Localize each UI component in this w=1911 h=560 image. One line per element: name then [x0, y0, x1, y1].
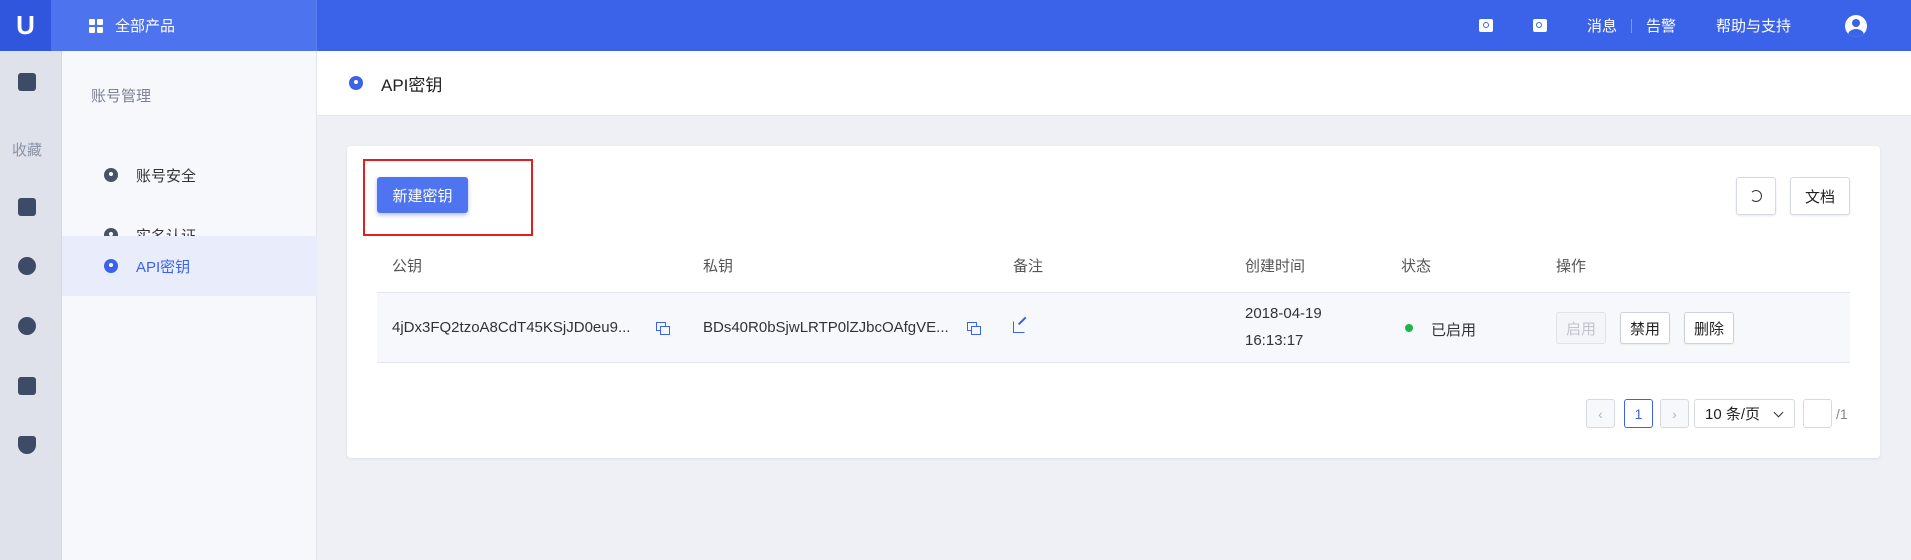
network-icon[interactable]: [18, 257, 36, 275]
all-products-label: 全部产品: [115, 18, 176, 35]
alerts-link[interactable]: 告警: [1646, 15, 1676, 36]
page-size-label: 10 条/页: [1705, 406, 1761, 423]
top-bar: U 全部产品 消息 告警 帮助与支持: [0, 0, 1911, 51]
status-dot: [1405, 324, 1413, 332]
messages-link[interactable]: 消息: [1587, 15, 1617, 36]
grid-icon: [89, 18, 103, 33]
icon-rail: 收藏: [0, 51, 62, 560]
column-header-actions: 操作: [1556, 258, 1587, 275]
api-key-card: 新建密钥 文档 公钥 私钥 备注 创建时间 状态 操作 4jDx3FQ2tzoA…: [347, 146, 1880, 458]
location-pin-icon: [104, 259, 118, 273]
private-key-value: BDs40R0bSjwLRTP0lZJbcOAfgVE...: [703, 319, 949, 336]
column-header-private-key: 私钥: [703, 258, 734, 275]
document-icon[interactable]: [18, 377, 36, 395]
disable-button[interactable]: 禁用: [1620, 312, 1670, 344]
sidebar-item-label: API密钥: [136, 258, 191, 276]
column-header-status: 状态: [1401, 258, 1432, 275]
chevron-down-icon: [1773, 407, 1784, 418]
page-title: API密钥: [381, 75, 443, 95]
location-pin-icon: [104, 168, 118, 182]
favorites-label[interactable]: 收藏: [12, 139, 42, 160]
page-jump-input[interactable]: [1803, 399, 1832, 428]
table-row: 4jDx3FQ2tzoA8CdT45KSjJD0eu9... BDs40R0bS…: [377, 293, 1850, 363]
copy-icon[interactable]: [967, 322, 981, 335]
edit-icon[interactable]: [1013, 321, 1025, 333]
sidebar-item-api-keys[interactable]: API密钥: [62, 236, 317, 296]
sidebar-item-account-security[interactable]: 账号安全: [62, 145, 317, 205]
avatar[interactable]: [1845, 14, 1867, 37]
shield-icon[interactable]: [18, 436, 36, 454]
column-header-created-time: 创建时间: [1245, 258, 1306, 275]
search-icon[interactable]: [1478, 19, 1493, 32]
new-key-button[interactable]: 新建密钥: [377, 177, 468, 213]
page-size-select[interactable]: 10 条/页: [1694, 399, 1795, 428]
page-number-current[interactable]: 1: [1624, 399, 1653, 428]
page-total: /1: [1836, 406, 1848, 422]
location-pin-icon: [349, 76, 363, 90]
logo[interactable]: U: [0, 0, 51, 51]
created-time: 16:13:17: [1245, 332, 1304, 349]
page-header: API密钥: [317, 51, 1911, 116]
divider: [1630, 18, 1632, 33]
copy-icon[interactable]: [656, 322, 670, 335]
docs-button[interactable]: 文档: [1790, 177, 1850, 215]
column-header-remark: 备注: [1013, 258, 1044, 275]
next-page-button[interactable]: ›: [1660, 399, 1689, 428]
refresh-icon: [1750, 190, 1762, 202]
server-icon[interactable]: [18, 198, 36, 216]
terminal-icon[interactable]: [1532, 19, 1547, 32]
public-key-value: 4jDx3FQ2tzoA8CdT45KSjJD0eu9...: [392, 319, 631, 336]
refresh-button[interactable]: [1736, 177, 1776, 215]
status-badge: 已启用: [1431, 322, 1477, 339]
globe-icon[interactable]: [18, 317, 36, 335]
column-header-public-key: 公钥: [392, 258, 423, 275]
all-products-menu[interactable]: 全部产品: [51, 0, 317, 51]
top-right-nav: 消息 告警 帮助与支持: [1478, 0, 1911, 51]
sidebar-heading: 账号管理: [91, 88, 152, 105]
help-link[interactable]: 帮助与支持: [1716, 15, 1791, 36]
prev-page-button[interactable]: ‹: [1586, 399, 1615, 428]
sidebar-item-label: 账号安全: [136, 167, 197, 185]
delete-button[interactable]: 删除: [1684, 312, 1734, 344]
logo-text: U: [16, 10, 35, 40]
monitor-icon[interactable]: [18, 73, 36, 91]
enable-button[interactable]: 启用: [1556, 312, 1606, 344]
sidebar: 账号管理 账号安全 实名认证 API密钥: [62, 51, 317, 560]
created-date: 2018-04-19: [1245, 305, 1322, 322]
